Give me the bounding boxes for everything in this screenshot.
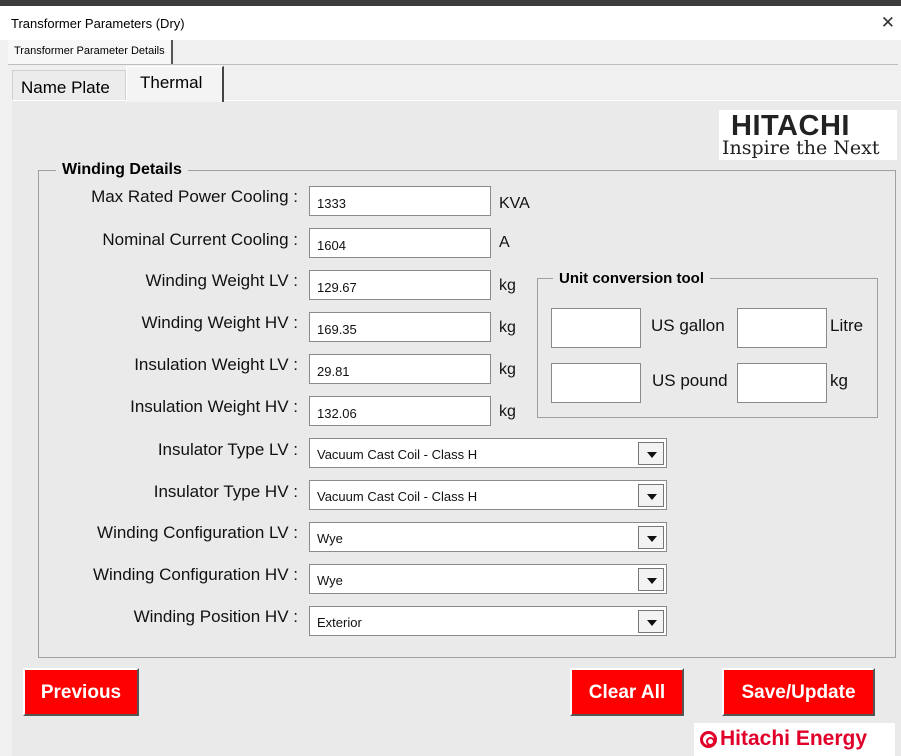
- nominal-current-cooling-unit: A: [499, 234, 510, 251]
- chevron-down-icon[interactable]: [638, 442, 664, 465]
- window-title: Transformer Parameters (Dry): [11, 16, 185, 31]
- chevron-down-icon[interactable]: [638, 484, 664, 507]
- winding-weight-lv-input[interactable]: 129.67: [309, 270, 491, 300]
- chevron-down-icon[interactable]: [638, 526, 664, 549]
- chevron-down-icon[interactable]: [638, 568, 664, 591]
- us-pound-input[interactable]: [551, 363, 641, 403]
- max-rated-power-cooling-input[interactable]: 1333: [309, 186, 491, 216]
- winding-configuration-lv-select[interactable]: Wye: [309, 522, 667, 552]
- insulation-weight-hv-unit: kg: [499, 403, 516, 420]
- winding-configuration-lv-label: Winding Configuration LV :: [97, 523, 298, 542]
- clear-all-button[interactable]: Clear All: [570, 668, 684, 716]
- winding-weight-hv-label: Winding Weight HV :: [141, 313, 298, 332]
- insulation-weight-lv-unit: kg: [499, 361, 516, 378]
- unit-conversion-title: Unit conversion tool: [553, 270, 711, 287]
- kg-label: kg: [830, 371, 848, 390]
- insulation-weight-hv-input[interactable]: 132.06: [309, 396, 491, 426]
- winding-position-hv-value: Exterior: [317, 615, 362, 630]
- winding-position-hv-select[interactable]: Exterior: [309, 606, 667, 636]
- litre-label: Litre: [830, 316, 864, 335]
- winding-position-hv-label: Winding Position HV :: [133, 607, 298, 626]
- winding-weight-lv-unit: kg: [499, 277, 516, 294]
- litre-input[interactable]: [737, 308, 827, 348]
- max-rated-power-cooling-unit: KVA: [499, 195, 530, 212]
- tab-name-plate[interactable]: Name Plate: [12, 70, 126, 100]
- previous-button[interactable]: Previous: [23, 668, 139, 716]
- insulation-weight-lv-input[interactable]: 29.81: [309, 354, 491, 384]
- hitachi-energy-emblem-icon: [700, 731, 717, 748]
- winding-details-title: Winding Details: [56, 161, 188, 179]
- outer-tab-divider: [8, 64, 898, 65]
- winding-configuration-hv-label: Winding Configuration HV :: [92, 565, 298, 584]
- us-pound-label: US pound: [652, 371, 728, 390]
- us-gallon-input[interactable]: [551, 308, 641, 348]
- tab-thermal[interactable]: Thermal: [126, 66, 224, 102]
- insulator-type-hv-select[interactable]: Vacuum Cast Coil - Class H: [309, 480, 667, 510]
- insulator-type-lv-value: Vacuum Cast Coil - Class H: [317, 447, 478, 462]
- close-icon[interactable]: ✕: [881, 13, 895, 33]
- hitachi-energy-logo: Hitachi Energy: [694, 723, 895, 756]
- hitachi-energy-text: Hitachi Energy: [720, 727, 868, 750]
- nominal-current-cooling-input[interactable]: 1604: [309, 228, 491, 258]
- title-bar: Transformer Parameters (Dry) ✕: [0, 6, 901, 40]
- logo-tagline: Inspire the Next: [722, 137, 880, 159]
- insulation-weight-lv-label: Insulation Weight LV :: [134, 355, 298, 374]
- chevron-down-icon[interactable]: [638, 610, 664, 633]
- kg-input[interactable]: [737, 363, 827, 403]
- us-gallon-label: US gallon: [651, 316, 725, 335]
- hitachi-logo: HITACHI Inspire the Next: [719, 110, 897, 160]
- save-update-button[interactable]: Save/Update: [722, 668, 875, 716]
- max-rated-power-cooling-label: Max Rated Power Cooling :: [91, 187, 298, 206]
- tab-transformer-parameter-details[interactable]: Transformer Parameter Details: [8, 40, 173, 65]
- winding-weight-hv-unit: kg: [499, 319, 516, 336]
- winding-weight-lv-label: Winding Weight LV :: [145, 271, 298, 290]
- insulator-type-hv-label: Insulator Type HV :: [153, 482, 298, 501]
- insulator-type-hv-value: Vacuum Cast Coil - Class H: [317, 489, 478, 504]
- winding-configuration-lv-value: Wye: [317, 531, 343, 546]
- insulator-type-lv-label: Insulator Type LV :: [157, 440, 298, 459]
- insulator-type-lv-select[interactable]: Vacuum Cast Coil - Class H: [309, 438, 667, 468]
- nominal-current-cooling-label: Nominal Current Cooling :: [102, 230, 298, 249]
- winding-configuration-hv-select[interactable]: Wye: [309, 564, 667, 594]
- winding-weight-hv-input[interactable]: 169.35: [309, 312, 491, 342]
- insulation-weight-hv-label: Insulation Weight HV :: [130, 397, 298, 416]
- winding-configuration-hv-value: Wye: [317, 573, 343, 588]
